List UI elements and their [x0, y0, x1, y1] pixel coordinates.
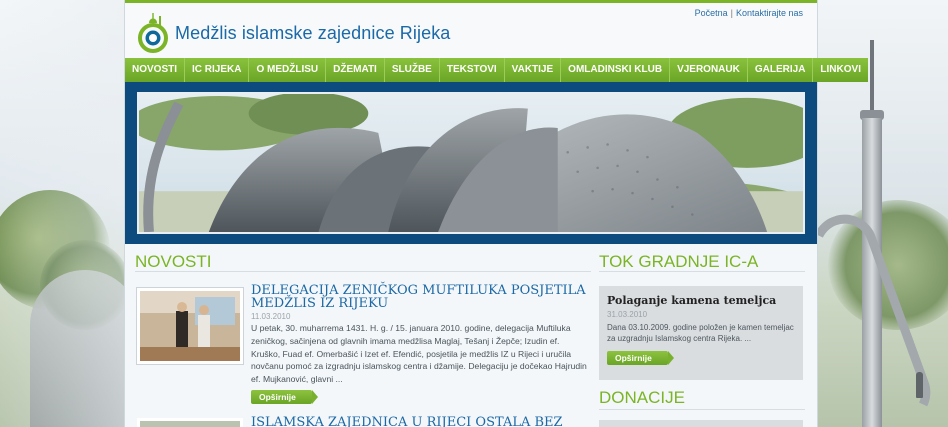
site-header: Medžlis islamske zajednice Rijeka Početn…: [125, 3, 817, 58]
construction-item-text: Dana 03.10.2009. godine položen je kamen…: [607, 323, 794, 344]
page-container: Medžlis islamske zajednice Rijeka Početn…: [124, 0, 868, 427]
article-title[interactable]: ISLAMSKA ZAJEDNICA U RIJECI OSTALA BEZ: [251, 416, 581, 427]
nav-item-vjeronauk[interactable]: VJERONAUK: [670, 58, 748, 82]
news-heading: NOVOSTI: [135, 244, 591, 272]
link-separator: |: [730, 8, 733, 18]
construction-item-date: 31.03.2010: [607, 310, 648, 319]
banner-frame: [125, 82, 817, 244]
nav-item-o-medzlisu[interactable]: O MEDŽLISU: [249, 58, 327, 82]
person-figure: [916, 372, 923, 398]
main-navigation: NOVOSTI IC RIJEKA O MEDŽLISU DŽEMATI SLU…: [125, 58, 868, 82]
article-thumbnail[interactable]: [137, 418, 243, 427]
main-content: NOVOSTI DELEGACIJA ZENIČKOG MUFTILUKA PO…: [125, 244, 817, 427]
nav-item-linkovi[interactable]: LINKOVI: [813, 58, 868, 82]
left-decorative-background: [0, 0, 124, 427]
construction-item-title[interactable]: Polaganje kamena temeljca: [607, 294, 776, 307]
nav-item-omladinski-klub[interactable]: OMLADINSKI KLUB: [561, 58, 671, 82]
home-link[interactable]: Početna: [695, 8, 728, 18]
donations-box: [599, 420, 803, 427]
mosque-logo-icon[interactable]: [135, 11, 171, 53]
nav-item-galerija[interactable]: GALERIJA: [747, 58, 814, 82]
top-links: Početna | Kontaktirajte nas: [695, 8, 803, 18]
nav-item-sluzbe[interactable]: SLUŽBE: [384, 58, 440, 82]
site-title[interactable]: Medžlis islamske zajednice Rijeka: [175, 23, 450, 44]
read-more-button[interactable]: Opširnije: [251, 390, 318, 404]
nav-item-ic-rijeka[interactable]: IC RIJEKA: [185, 58, 250, 82]
nav-item-dzemati[interactable]: DŽEMATI: [326, 58, 385, 82]
read-more-button[interactable]: Opširnije: [607, 351, 674, 365]
nav-item-tekstovi[interactable]: TEKSTOVI: [439, 58, 505, 82]
news-article: DELEGACIJA ZENIČKOG MUFTILUKA POSJETILA …: [135, 284, 591, 408]
nav-item-vaktije[interactable]: VAKTIJE: [504, 58, 562, 82]
minaret-spire: [870, 40, 874, 112]
nav-item-novosti[interactable]: NOVOSTI: [125, 58, 186, 82]
article-title[interactable]: DELEGACIJA ZENIČKOG MUFTILUKA POSJETILA …: [251, 284, 591, 310]
islamic-centre-rendering: [137, 92, 805, 234]
construction-heading: TOK GRADNJE IC-A: [599, 244, 805, 272]
news-column: NOVOSTI DELEGACIJA ZENIČKOG MUFTILUKA PO…: [135, 244, 591, 408]
article-date: 11.03.2010: [251, 312, 291, 321]
contact-link[interactable]: Kontaktirajte nas: [736, 8, 803, 18]
article-excerpt: U petak, 30. muharrema 1431. H. g. / 15.…: [251, 323, 587, 385]
donations-heading: DONACIJE: [599, 386, 805, 410]
construction-news-box: Polaganje kamena temeljca 31.03.2010 Dan…: [599, 286, 803, 380]
article-thumbnail[interactable]: [137, 288, 243, 364]
sidebar: TOK GRADNJE IC-A Polaganje kamena temelj…: [599, 244, 805, 427]
